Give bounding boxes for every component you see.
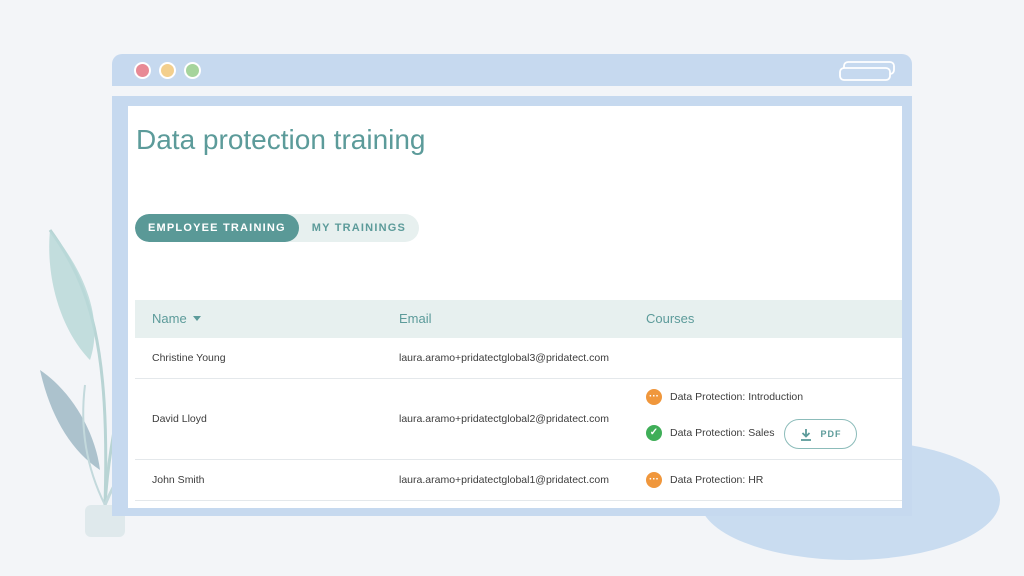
employee-email: laura.aramo+pridatectglobal2@pridatect.c…	[399, 413, 609, 425]
tab-employee-training[interactable]: EMPLOYEE TRAINING	[135, 214, 299, 242]
check-icon: ✓	[646, 425, 662, 441]
course-title: Data Protection: HR	[670, 474, 764, 486]
training-tabs: EMPLOYEE TRAINING MY TRAININGS	[135, 214, 420, 242]
course-title: Data Protection: Introduction	[670, 391, 804, 403]
minimize-window-button[interactable]	[159, 62, 176, 79]
maximize-window-button[interactable]	[184, 62, 201, 79]
course-item: ··· Data Protection: Introduction	[646, 389, 803, 405]
pdf-label: PDF	[820, 429, 842, 439]
employee-name: David Lloyd	[152, 413, 207, 425]
app-content: Data protection training EMPLOYEE TRAINI…	[128, 106, 902, 508]
name-header-label: Name	[152, 311, 187, 326]
employee-email: laura.aramo+pridatectglobal3@pridatect.c…	[399, 352, 609, 364]
download-icon	[800, 428, 812, 441]
browser-titlebar	[112, 54, 912, 86]
email-column-header: Email	[399, 311, 432, 326]
table-row: John Smith laura.aramo+pridatectglobal1@…	[135, 460, 902, 501]
tab-my-trainings[interactable]: MY TRAININGS	[299, 214, 419, 242]
name-column-header[interactable]: Name	[152, 311, 201, 326]
browser-window: Data protection training EMPLOYEE TRAINI…	[112, 96, 912, 516]
close-window-button[interactable]	[134, 62, 151, 79]
courses-column-header: Courses	[646, 311, 695, 326]
ellipsis-icon: ···	[646, 472, 662, 488]
table-row: David Lloyd laura.aramo+pridatectglobal2…	[135, 379, 902, 460]
table-header: Name Email Courses	[135, 300, 902, 338]
employee-email: laura.aramo+pridatectglobal1@pridatect.c…	[399, 474, 609, 486]
course-item: ✓ Data Protection: Sales	[646, 425, 774, 441]
table-row: Christine Young laura.aramo+pridatectglo…	[135, 338, 902, 379]
course-title: Data Protection: Sales	[670, 427, 775, 439]
download-pdf-button[interactable]: PDF	[784, 419, 857, 449]
course-item: ··· Data Protection: HR	[646, 472, 763, 488]
training-table: Name Email Courses Christine Young laura…	[135, 300, 902, 501]
window-stack-icon	[839, 61, 895, 81]
employee-name: John Smith	[152, 474, 205, 486]
caret-down-icon	[192, 316, 201, 321]
employee-name: Christine Young	[152, 352, 226, 364]
ellipsis-icon: ···	[646, 389, 662, 405]
page-title: Data protection training	[136, 124, 426, 155]
